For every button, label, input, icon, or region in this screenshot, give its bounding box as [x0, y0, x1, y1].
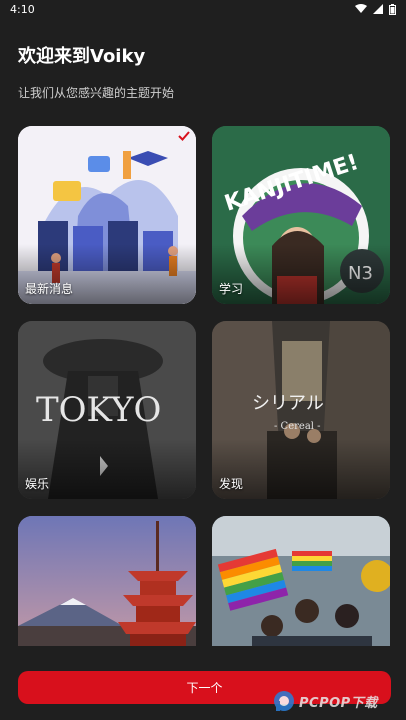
watermark-text: PCPOP下载	[299, 695, 378, 711]
battery-icon	[389, 3, 396, 15]
pcpop-watermark: PCPOP下载	[272, 684, 402, 718]
pagoda-illustration	[18, 516, 196, 646]
topic-card-travel[interactable]	[18, 516, 196, 646]
status-time: 4:10	[10, 2, 35, 16]
pcpop-logo-icon	[274, 691, 294, 711]
topic-card-learning[interactable]: N3 KANJITIME! 学习	[212, 126, 390, 304]
svg-text:シリアル: シリアル	[252, 393, 324, 414]
topic-card-news[interactable]: 最新消息	[18, 126, 196, 304]
checkmark-icon	[178, 131, 190, 141]
topic-label: 最新消息	[25, 282, 74, 296]
kanji-time-logo: KANJITIME!	[222, 150, 362, 216]
svg-text:- Cereal -: - Cereal -	[274, 421, 321, 432]
topic-label: 发现	[219, 477, 244, 491]
svg-text:KANJITIME!: KANJITIME!	[222, 150, 362, 216]
topic-card-society[interactable]	[212, 516, 390, 646]
topic-card-discover[interactable]: シリアル - Cereal - 发现	[212, 321, 390, 499]
topic-grid: 最新消息 N3 KANJITIME! 学习 TOKYO	[18, 126, 391, 646]
parade-illustration	[212, 516, 390, 646]
svg-text:TOKYO: TOKYO	[36, 390, 161, 430]
topic-card-entertainment[interactable]: TOKYO 娱乐	[18, 321, 196, 499]
status-bar: 4:10	[0, 0, 406, 18]
page-title: 欢迎来到Voiky	[18, 46, 146, 67]
signal-icon	[373, 4, 383, 14]
status-icons	[355, 3, 396, 15]
page-subtitle: 让我们从您感兴趣的主题开始	[18, 86, 175, 100]
wifi-icon	[355, 4, 367, 13]
topic-label: 学习	[219, 282, 244, 296]
topic-label: 娱乐	[25, 477, 50, 491]
